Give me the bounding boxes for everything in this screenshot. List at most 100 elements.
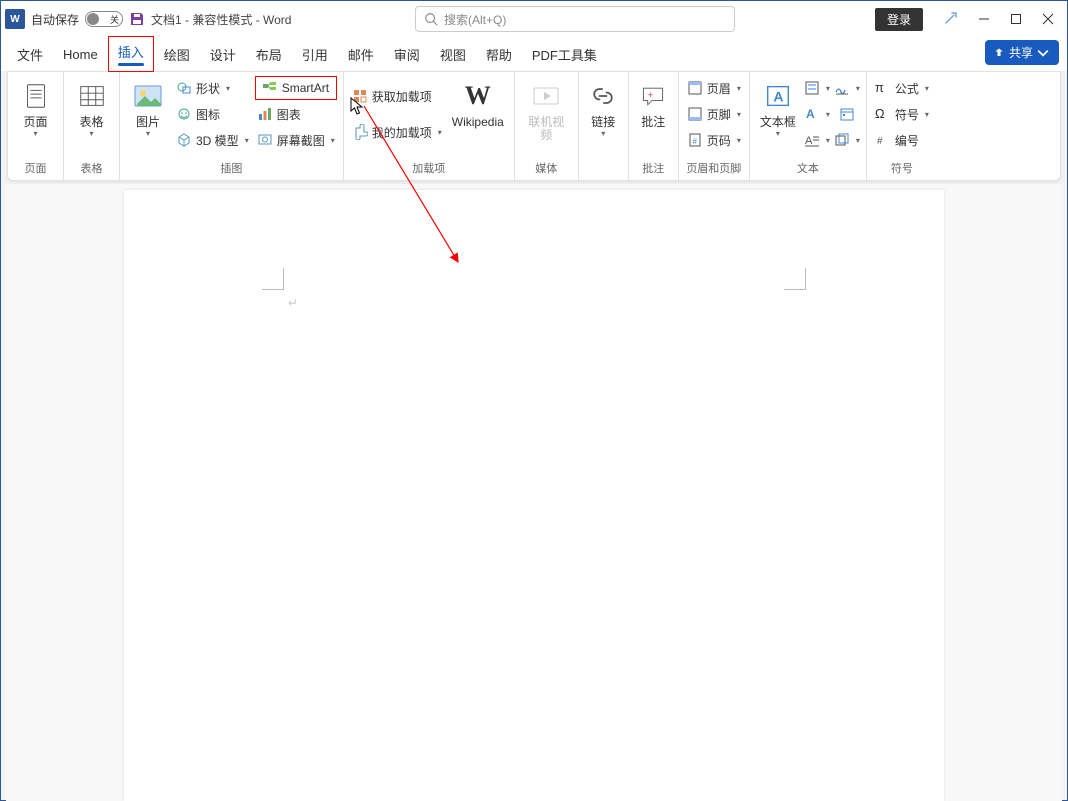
svg-text:A: A (805, 135, 813, 147)
chevron-down-icon: ▾ (826, 136, 830, 145)
dropcap-button[interactable]: A▾ (804, 128, 830, 152)
header-button[interactable]: 页眉 ▾ (685, 76, 743, 100)
picture-button[interactable]: 图片 ▾ (126, 76, 170, 140)
login-button[interactable]: 登录 (875, 8, 923, 31)
chevron-down-icon: ▾ (226, 84, 230, 93)
3dmodel-label: 3D 模型 (196, 132, 239, 149)
tab-help[interactable]: 帮助 (476, 39, 522, 70)
group-label-addins: 加载项 (412, 160, 445, 178)
tab-mailings[interactable]: 邮件 (338, 39, 384, 70)
autosave-toggle[interactable]: 关 (85, 11, 123, 27)
comment-icon: + (635, 78, 671, 114)
my-addins-button[interactable]: 我的加载项▾ (350, 120, 444, 144)
tab-design[interactable]: 设计 (200, 39, 246, 70)
wikipedia-label: Wikipedia (452, 116, 504, 129)
picture-icon (130, 78, 166, 114)
search-icon (424, 12, 438, 26)
chart-button[interactable]: 图表 (255, 102, 337, 126)
cube-icon (176, 132, 192, 148)
link-button[interactable]: 链接 ▾ (581, 76, 625, 140)
get-addins-label: 获取加载项 (372, 88, 432, 105)
group-links: 链接 ▾ (579, 72, 629, 180)
datetime-button[interactable] (834, 102, 860, 126)
icons-button[interactable]: 图标 (174, 102, 251, 126)
wordart-button[interactable]: A▾ (804, 102, 830, 126)
group-media: 联机视频 媒体 (515, 72, 579, 180)
margin-corner-tl (262, 268, 284, 290)
equation-icon: π (875, 80, 891, 96)
svg-text:A: A (806, 107, 815, 121)
chevron-down-icon: ▾ (737, 84, 741, 93)
header-icon (687, 80, 703, 96)
search-box[interactable]: 搜索(Alt+Q) (415, 6, 735, 32)
tab-draw[interactable]: 绘图 (154, 39, 200, 70)
quickparts-button[interactable]: ▾ (804, 76, 830, 100)
paragraph-mark: ↵ (288, 296, 298, 310)
group-illustrations: 图片 ▾ 形状▾ 图标 3D 模型 ▾ (120, 72, 344, 180)
svg-text:A: A (773, 89, 783, 105)
maximize-button[interactable] (1009, 12, 1023, 26)
wikipedia-button[interactable]: W Wikipedia (448, 76, 508, 131)
signature-button[interactable]: ▾ (834, 76, 860, 100)
group-label-links (602, 164, 605, 178)
share-button[interactable]: 共享 (985, 40, 1059, 65)
svg-text:+: + (648, 90, 654, 101)
link-label: 链接 (591, 116, 615, 129)
header-label: 页眉 (707, 80, 731, 97)
document-page[interactable]: ↵ (124, 190, 944, 801)
tab-review[interactable]: 审阅 (384, 39, 430, 70)
pages-button[interactable]: 页面 ▾ (14, 76, 58, 140)
wikipedia-icon: W (460, 78, 496, 114)
share-label: 共享 (1009, 44, 1033, 61)
3dmodel-button[interactable]: 3D 模型 ▾ (174, 128, 251, 152)
comment-button[interactable]: + 批注 (631, 76, 675, 131)
tab-file[interactable]: 文件 (7, 39, 53, 70)
table-button[interactable]: 表格 ▾ (70, 76, 114, 140)
minimize-button[interactable] (977, 12, 991, 26)
tab-view[interactable]: 视图 (430, 39, 476, 70)
coming-soon-icon[interactable] (941, 10, 959, 28)
get-addins-button[interactable]: 获取加载项 (350, 84, 444, 108)
screenshot-button[interactable]: 屏幕截图▾ (255, 128, 337, 152)
textbox-button[interactable]: A 文本框 ▾ (756, 76, 800, 140)
textbox-icon: A (760, 78, 796, 114)
symbol-icon: Ω (875, 106, 891, 122)
tab-insert[interactable]: 插入 (108, 36, 154, 72)
addin-icon (352, 124, 368, 140)
group-comments: + 批注 批注 (629, 72, 679, 180)
word-app-icon: W (5, 9, 25, 29)
save-icon[interactable] (129, 11, 145, 27)
smartart-button[interactable]: SmartArt (255, 76, 337, 100)
title-right: 登录 (875, 8, 1063, 31)
chevron-down-icon: ▾ (33, 129, 37, 138)
pagenumber-icon: # (687, 132, 703, 148)
shapes-button[interactable]: 形状▾ (174, 76, 251, 100)
picture-label: 图片 (136, 116, 160, 129)
close-button[interactable] (1041, 12, 1055, 26)
tabs-row: 文件 Home 插入 绘图 设计 布局 引用 邮件 审阅 视图 帮助 PDF工具… (1, 37, 1067, 71)
pagenumber-button[interactable]: #页码▾ (685, 128, 743, 152)
smartart-icon (262, 80, 278, 96)
group-label-headerfooter: 页眉和页脚 (686, 160, 741, 178)
tab-pdf[interactable]: PDF工具集 (522, 39, 607, 70)
chevron-down-icon: ▾ (737, 136, 741, 145)
title-left: W 自动保存 关 文档1 - 兼容性模式 - Word (5, 9, 291, 29)
icons-icon (176, 106, 192, 122)
pages-label: 页面 (23, 116, 47, 129)
online-video-button[interactable]: 联机视频 (521, 76, 572, 144)
chevron-down-icon: ▾ (245, 136, 249, 145)
equation-button[interactable]: π公式▾ (873, 76, 931, 100)
table-label: 表格 (79, 116, 103, 129)
group-label-symbols: 符号 (891, 160, 913, 178)
footer-button[interactable]: 页脚▾ (685, 102, 743, 126)
symbol-button[interactable]: Ω符号▾ (873, 102, 931, 126)
tab-layout[interactable]: 布局 (246, 39, 292, 70)
tab-references[interactable]: 引用 (292, 39, 338, 70)
chevron-down-icon: ▾ (826, 110, 830, 119)
share-icon (993, 47, 1005, 59)
tab-home[interactable]: Home (53, 41, 108, 68)
title-bar: W 自动保存 关 文档1 - 兼容性模式 - Word 搜索(Alt+Q) 登录 (1, 1, 1067, 37)
number-button[interactable]: #编号 (873, 128, 931, 152)
table-icon (74, 78, 110, 114)
object-button[interactable]: ▾ (834, 128, 860, 152)
